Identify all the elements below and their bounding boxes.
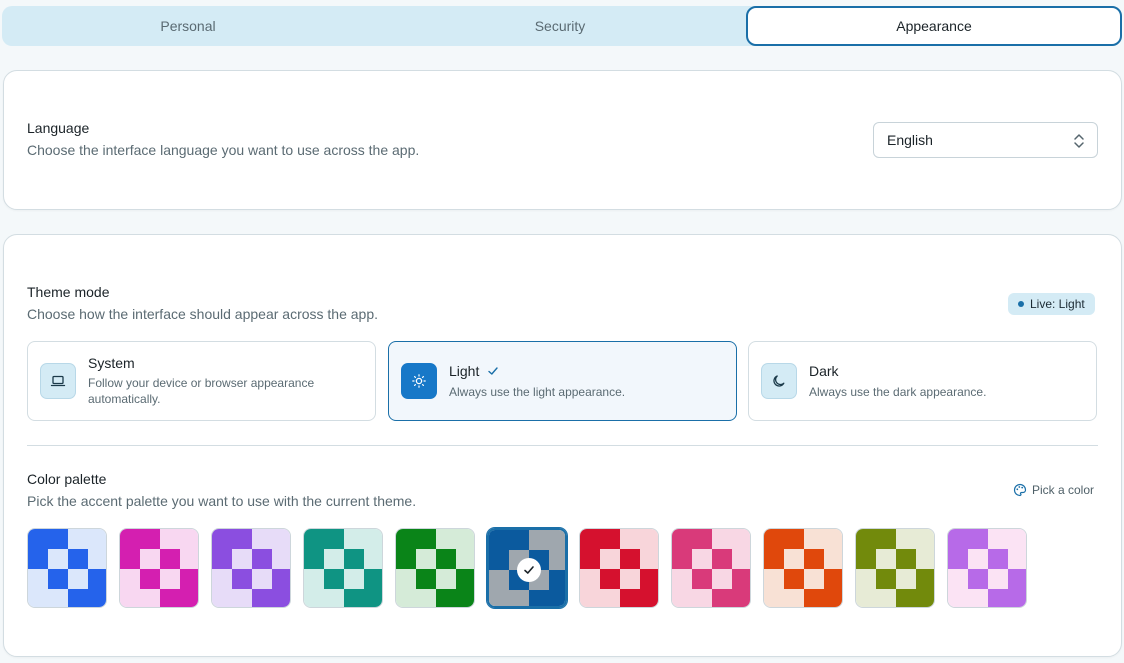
selected-check-icon bbox=[517, 558, 541, 582]
palette-swatch[interactable] bbox=[27, 528, 107, 608]
pick-color-button[interactable]: Pick a color bbox=[1013, 483, 1094, 497]
palette-swatch[interactable] bbox=[855, 528, 935, 608]
palette-title: Color palette bbox=[27, 471, 107, 487]
swatch-pattern bbox=[120, 529, 198, 607]
swatch-pattern bbox=[304, 529, 382, 607]
theme-mode-dark[interactable]: Dark Always use the dark appearance. bbox=[748, 341, 1097, 421]
laptop-icon bbox=[40, 363, 76, 399]
theme-title: Theme mode bbox=[27, 284, 110, 300]
theme-mode-title: Dark bbox=[809, 363, 839, 379]
theme-mode-description: Always use the light appearance. bbox=[449, 385, 626, 399]
language-select[interactable]: English bbox=[873, 122, 1098, 158]
swatch-pattern bbox=[212, 529, 290, 607]
moon-icon bbox=[761, 363, 797, 399]
live-badge-label: Live: Light bbox=[1030, 297, 1085, 311]
language-description: Choose the interface language you want t… bbox=[27, 142, 420, 158]
palette-swatch[interactable] bbox=[487, 528, 567, 608]
swatch-pattern bbox=[856, 529, 934, 607]
live-theme-badge: Live: Light bbox=[1008, 293, 1095, 315]
theme-description: Choose how the interface should appear a… bbox=[27, 306, 379, 322]
language-card: Language Choose the interface language y… bbox=[3, 70, 1122, 210]
palette-swatch[interactable] bbox=[579, 528, 659, 608]
tab-security[interactable]: Security bbox=[374, 6, 746, 46]
language-select-value: English bbox=[887, 132, 933, 148]
theme-mode-light[interactable]: Light Always use the light appearance. bbox=[388, 341, 737, 421]
swatch-pattern bbox=[764, 529, 842, 607]
pick-color-label: Pick a color bbox=[1032, 483, 1095, 497]
palette-description: Pick the accent palette you want to use … bbox=[27, 493, 417, 509]
palette-swatch[interactable] bbox=[947, 528, 1027, 608]
theme-mode-system[interactable]: System Follow your device or browser app… bbox=[27, 341, 376, 421]
palette-icon bbox=[1013, 483, 1027, 497]
swatch-pattern bbox=[948, 529, 1026, 607]
theme-mode-description: Follow your device or browser appearance… bbox=[88, 376, 315, 406]
swatch-pattern bbox=[672, 529, 750, 607]
palette-swatch[interactable] bbox=[763, 528, 843, 608]
chevron-up-down-icon bbox=[1074, 134, 1084, 148]
settings-tabs: Personal Security Appearance bbox=[2, 6, 1122, 46]
theme-mode-title: System bbox=[88, 355, 135, 371]
sun-icon bbox=[401, 363, 437, 399]
swatch-pattern bbox=[396, 529, 474, 607]
theme-mode-title-row: Light bbox=[449, 363, 499, 379]
palette-swatch[interactable] bbox=[303, 528, 383, 608]
tab-appearance[interactable]: Appearance bbox=[746, 6, 1122, 46]
palette-swatch[interactable] bbox=[119, 528, 199, 608]
language-title: Language bbox=[27, 120, 90, 136]
theme-card: Theme mode Choose how the interface shou… bbox=[3, 234, 1122, 657]
palette-swatch[interactable] bbox=[671, 528, 751, 608]
palette-swatch[interactable] bbox=[395, 528, 475, 608]
swatch-pattern bbox=[28, 529, 106, 607]
theme-mode-title: Light bbox=[449, 363, 480, 379]
check-icon bbox=[488, 367, 499, 375]
tab-personal[interactable]: Personal bbox=[2, 6, 374, 46]
palette-swatch[interactable] bbox=[211, 528, 291, 608]
section-divider bbox=[27, 445, 1098, 446]
swatch-pattern bbox=[580, 529, 658, 607]
live-dot-icon bbox=[1018, 301, 1024, 307]
theme-mode-description: Always use the dark appearance. bbox=[809, 385, 987, 399]
